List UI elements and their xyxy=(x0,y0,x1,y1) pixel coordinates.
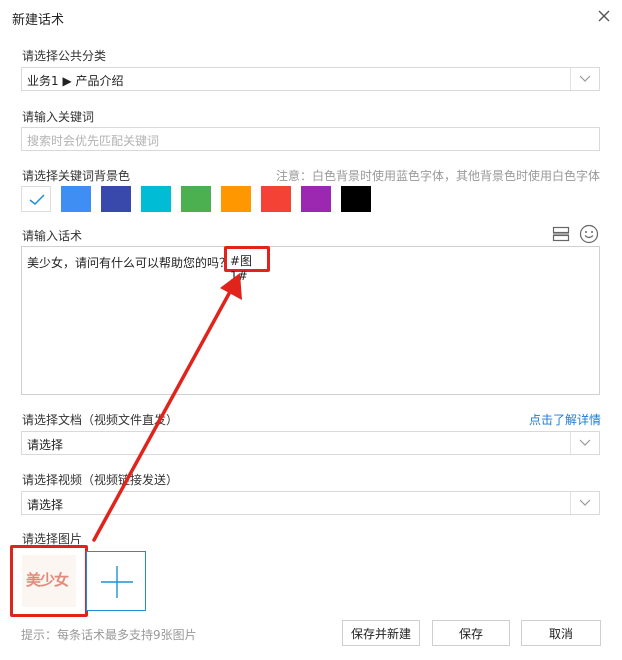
document-value: 请选择 xyxy=(27,438,64,452)
window-title: 新建话术 xyxy=(12,13,65,28)
script-text: 美少女，请问有什么可以帮助您的吗？ xyxy=(27,256,232,270)
swatch-green[interactable] xyxy=(181,186,211,212)
title-bar: 新建话术 xyxy=(0,0,622,34)
plus-icon xyxy=(101,566,133,598)
category-select[interactable]: 业务1 ▶ 产品介绍 xyxy=(21,67,600,91)
thumbnail-text: 美少女 xyxy=(26,571,69,589)
swatch-black[interactable] xyxy=(341,186,371,212)
footer-hint: 提示：每条话术最多支持9张图片 xyxy=(21,628,197,642)
image-tag: #图1# xyxy=(230,254,253,283)
add-image-button[interactable] xyxy=(86,551,146,611)
video-label: 请选择视频（视频链接发送） xyxy=(22,473,179,487)
bgcolor-note: 注意：白色背景时使用蓝色字体，其他背景色时使用白色字体 xyxy=(275,169,600,183)
emoji-icon[interactable] xyxy=(579,224,599,244)
swatch-white[interactable] xyxy=(21,186,51,212)
video-value: 请选择 xyxy=(27,498,64,512)
close-icon[interactable] xyxy=(594,6,614,26)
keyword-placeholder: 搜索时会优先匹配关键词 xyxy=(27,134,160,148)
document-label: 请选择文档（视频文件直发） xyxy=(22,413,179,427)
learn-more-link[interactable]: 点击了解详情 xyxy=(529,411,601,428)
chevron-down-icon[interactable] xyxy=(570,492,599,514)
keyword-input[interactable]: 搜索时会优先匹配关键词 xyxy=(21,127,600,151)
save-and-new-button[interactable]: 保存并新建 xyxy=(342,620,420,646)
chevron-down-icon[interactable] xyxy=(570,68,599,90)
image-thumbnail-highlight: 美少女 xyxy=(10,545,88,617)
script-label: 请输入话术 xyxy=(22,229,83,243)
category-value: 业务1 ▶ 产品介绍 xyxy=(27,74,124,88)
swatch-purple[interactable] xyxy=(301,186,331,212)
bgcolor-label: 请选择关键词背景色 xyxy=(22,169,131,183)
category-label: 请选择公共分类 xyxy=(22,49,107,63)
swatch-orange[interactable] xyxy=(221,186,251,212)
swatch-blue[interactable] xyxy=(61,186,91,212)
swatch-cyan[interactable] xyxy=(141,186,171,212)
cancel-button[interactable]: 取消 xyxy=(521,620,601,646)
image-thumbnail[interactable]: 美少女 xyxy=(22,555,76,607)
document-select[interactable]: 请选择 xyxy=(21,431,600,455)
check-icon xyxy=(29,194,45,206)
chevron-down-icon[interactable] xyxy=(570,432,599,454)
script-textarea[interactable]: 美少女，请问有什么可以帮助您的吗？ xyxy=(21,246,600,395)
save-button[interactable]: 保存 xyxy=(432,620,510,646)
swatch-red[interactable] xyxy=(261,186,291,212)
image-tag-highlight: #图1# xyxy=(224,246,270,283)
video-select[interactable]: 请选择 xyxy=(21,491,600,515)
keyword-label: 请输入关键词 xyxy=(22,110,95,124)
list-icon[interactable] xyxy=(552,225,570,243)
swatch-indigo[interactable] xyxy=(101,186,131,212)
